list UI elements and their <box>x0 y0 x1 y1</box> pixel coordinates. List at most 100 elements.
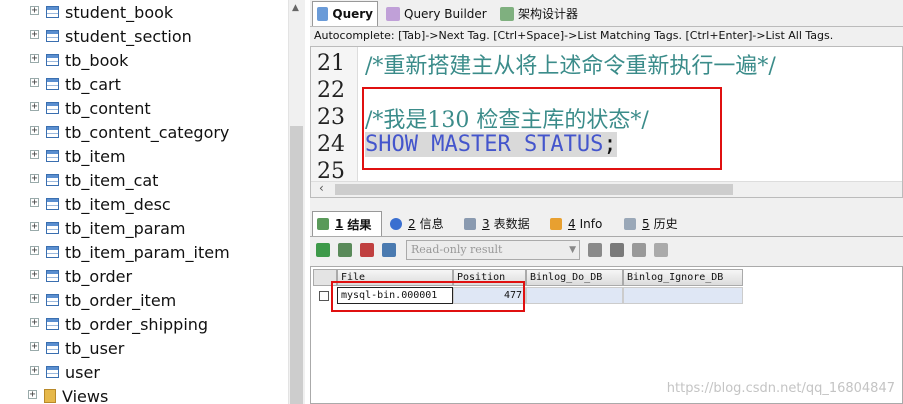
expand-icon[interactable]: + <box>30 78 39 88</box>
table-icon <box>46 342 59 354</box>
table-icon <box>46 78 59 90</box>
history-icon <box>624 217 636 230</box>
tab-query[interactable]: Query <box>312 1 378 26</box>
table-icon <box>46 222 59 234</box>
editor-line: 23 /*我是130 检查主库的状态*/ <box>317 105 649 133</box>
tree-item-tb-order[interactable]: + tb_order <box>30 264 132 288</box>
expand-icon[interactable]: + <box>30 294 39 304</box>
expand-icon[interactable]: + <box>30 102 39 112</box>
table-icon <box>46 270 59 282</box>
cell-position[interactable]: 477 <box>453 287 526 304</box>
expand-icon[interactable]: + <box>30 366 39 376</box>
tab-table-data[interactable]: 3 表数据 <box>460 212 544 235</box>
tab-info-2[interactable]: 4 Info <box>546 212 618 235</box>
tree-item-tb-content[interactable]: + tb_content <box>30 96 151 120</box>
expand-icon[interactable]: + <box>30 342 39 352</box>
tree-scrollbar[interactable]: ▲ <box>288 0 305 404</box>
query-panel: Query Query Builder 架构设计器 Autocomplete: … <box>310 0 903 404</box>
tree-item-student-book[interactable]: + student_book <box>30 0 173 24</box>
info-chart-icon <box>550 217 562 230</box>
tree-item-tb-order-item[interactable]: + tb_order_item <box>30 288 176 312</box>
table-icon <box>46 102 59 114</box>
table-icon <box>46 30 59 42</box>
query-builder-icon <box>386 6 400 21</box>
tree-scroll-thumb[interactable] <box>290 126 303 404</box>
cell-binlog-do-db[interactable] <box>526 287 623 304</box>
tab-query-builder[interactable]: Query Builder <box>382 2 492 25</box>
clear-icon[interactable] <box>654 243 668 257</box>
tab-result[interactable]: 1 结果 <box>312 211 382 236</box>
watermark: https://blog.csdn.net/qq_16804847 <box>666 381 895 396</box>
table-icon <box>46 246 59 258</box>
save-icon[interactable] <box>610 243 624 257</box>
result-toolbar: Read-only result ▼ <box>310 238 903 264</box>
schema-designer-icon <box>500 6 514 21</box>
expand-icon[interactable]: + <box>30 174 39 184</box>
tree-item-tb-book[interactable]: + tb_book <box>30 48 128 72</box>
expand-icon[interactable]: + <box>30 198 39 208</box>
tree-item-tb-user[interactable]: + tb_user <box>30 336 124 360</box>
add-row-icon[interactable] <box>588 243 602 257</box>
table-icon <box>46 126 59 138</box>
table-icon <box>46 54 59 66</box>
expand-icon[interactable]: + <box>30 318 39 328</box>
chevron-down-icon[interactable]: ▼ <box>569 241 576 259</box>
tab-schema-designer[interactable]: 架构设计器 <box>496 2 582 25</box>
refresh-icon[interactable] <box>382 243 396 257</box>
expand-icon[interactable]: + <box>30 270 39 280</box>
editor-line: 21 /*重新搭建主从将上述命令重新执行一遍*/ <box>317 51 776 79</box>
editor-scroll-thumb[interactable] <box>335 184 733 195</box>
tree-item-tb-item-param[interactable]: + tb_item_param <box>30 216 186 240</box>
info-icon <box>390 217 402 230</box>
expand-icon[interactable]: + <box>30 30 39 40</box>
row-checkbox[interactable] <box>319 291 329 301</box>
grid-corner <box>313 269 337 286</box>
tree-item-tb-item-cat[interactable]: + tb_item_cat <box>30 168 158 192</box>
column-header-position[interactable]: Position <box>453 269 526 286</box>
table-icon <box>46 198 59 210</box>
copy-icon[interactable] <box>338 243 352 257</box>
autocomplete-hint: Autocomplete: [Tab]->Next Tag. [Ctrl+Spa… <box>310 27 903 45</box>
editor-line: 24 SHOW MASTER STATUS; <box>317 132 617 157</box>
query-icon <box>317 7 329 21</box>
tree-item-tb-cart[interactable]: + tb_cart <box>30 72 121 96</box>
table-icon <box>46 294 59 306</box>
tree-item-user[interactable]: + user <box>30 360 100 384</box>
cell-file[interactable]: mysql-bin.000001 <box>337 287 453 304</box>
undo-icon[interactable] <box>632 243 646 257</box>
table-icon <box>46 174 59 186</box>
tree-item-student-section[interactable]: + student_section <box>30 24 192 48</box>
delete-row-icon[interactable] <box>360 243 374 257</box>
export-icon[interactable] <box>316 243 330 257</box>
column-header-binlog-ignore-db[interactable]: Binlog_Ignore_DB <box>623 269 743 286</box>
expand-icon[interactable]: + <box>30 6 39 16</box>
tab-history[interactable]: 5 历史 <box>620 212 690 235</box>
tree-item-views[interactable]: + Views <box>28 384 108 404</box>
expand-icon[interactable]: + <box>30 150 39 160</box>
expand-icon[interactable]: + <box>30 222 39 232</box>
table-icon <box>46 318 59 330</box>
expand-icon[interactable]: + <box>30 246 39 256</box>
scroll-left-icon[interactable]: ‹ <box>319 181 324 195</box>
expand-icon[interactable]: + <box>28 390 37 400</box>
sql-editor[interactable]: 21 /*重新搭建主从将上述命令重新执行一遍*/ 22 23 /*我是130 检… <box>310 46 903 198</box>
tree-item-tb-item-param-item[interactable]: + tb_item_param_item <box>30 240 230 264</box>
editor-line: 22 <box>317 78 345 103</box>
cell-binlog-ignore-db[interactable] <box>623 287 743 304</box>
tree-item-tb-item[interactable]: + tb_item <box>30 144 126 168</box>
result-tabs: 1 结果 2 信息 3 表数据 4 Info 5 历史 <box>310 210 903 237</box>
editor-tabs: Query Query Builder 架构设计器 <box>310 0 903 27</box>
tree-item-tb-content-category[interactable]: + tb_content_category <box>30 120 229 144</box>
tab-info[interactable]: 2 信息 <box>386 212 456 235</box>
readonly-result-select[interactable]: Read-only result ▼ <box>406 240 580 260</box>
tree-item-tb-item-desc[interactable]: + tb_item_desc <box>30 192 171 216</box>
tree-item-tb-order-shipping[interactable]: + tb_order_shipping <box>30 312 208 336</box>
scroll-up-icon[interactable]: ▲ <box>292 3 299 13</box>
column-header-binlog-do-db[interactable]: Binlog_Do_DB <box>526 269 623 286</box>
expand-icon[interactable]: + <box>30 54 39 64</box>
folder-icon <box>44 389 56 403</box>
table-data-icon <box>464 217 476 230</box>
editor-h-scrollbar[interactable]: ‹ <box>311 181 902 197</box>
column-header-file[interactable]: File <box>337 269 453 286</box>
expand-icon[interactable]: + <box>30 126 39 136</box>
